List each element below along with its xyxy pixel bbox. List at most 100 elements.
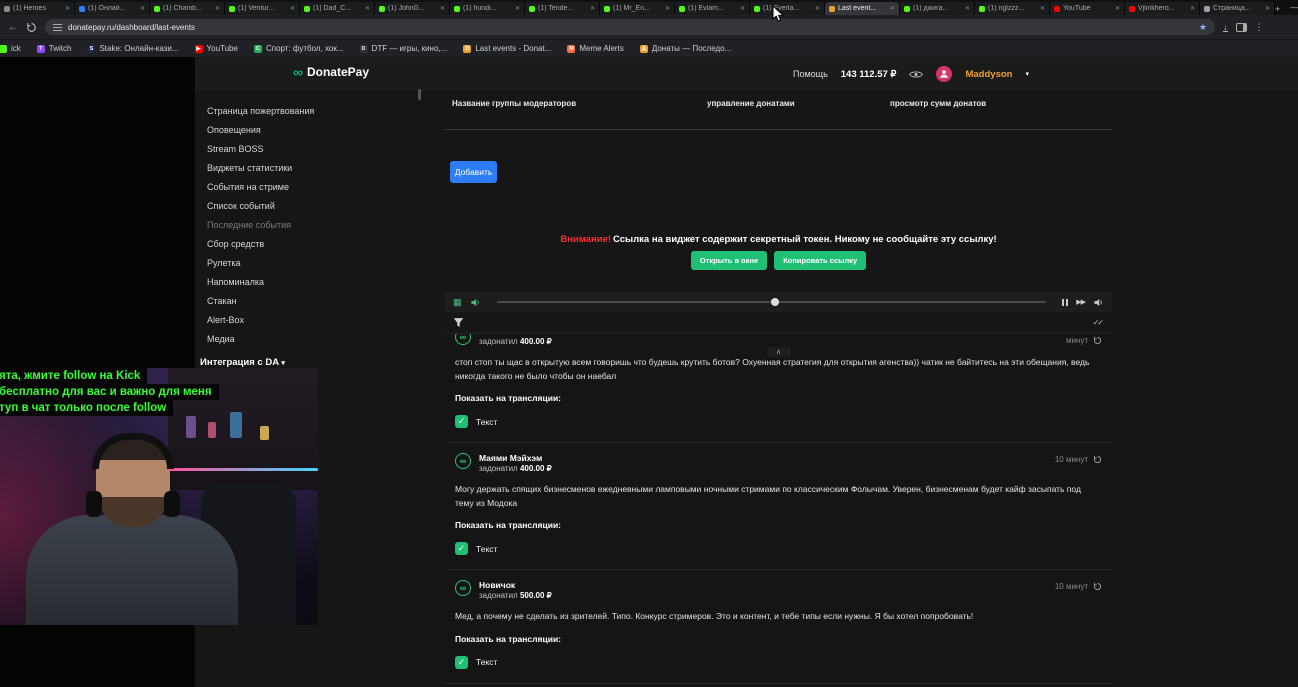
refresh-icon[interactable] [1093, 455, 1102, 464]
bookmark-item[interactable]: T Twitch [36, 44, 71, 53]
tab-close-icon[interactable]: ✕ [440, 5, 445, 12]
bookmark-item[interactable]: D Last events - Donat... [463, 44, 551, 53]
bookmark-favicon [0, 44, 7, 53]
browser-tab[interactable]: (1) джига... ✕ [900, 2, 975, 15]
browser-tab[interactable]: (1) nglzzz... ✕ [975, 2, 1050, 15]
widget-controls-bar: ▦ ▶▶ [445, 292, 1112, 312]
browser-tab[interactable]: Страница... ✕ [1200, 2, 1275, 15]
text-checkbox[interactable]: ✓ [455, 655, 468, 669]
refresh-icon[interactable] [1093, 582, 1102, 591]
reload-icon[interactable] [26, 22, 37, 33]
bookmark-item[interactable]: D DTF — игры, кино,... [359, 44, 447, 53]
bookmark-item[interactable]: S Stake: Онлайн-кази... [87, 44, 179, 53]
sidebar-item-donation-page[interactable]: Страница пожертвования [195, 101, 420, 120]
sidebar-item-notifications[interactable]: Оповещения [195, 120, 420, 139]
mark-all-read-icon[interactable]: ✓✓ [1093, 318, 1104, 327]
browser-tab[interactable]: (1) Dad_C... ✕ [300, 2, 375, 15]
sidebar-item-stakan[interactable]: Стакан [195, 291, 420, 310]
donatepay-logo[interactable]: ∞ DonatePay [293, 65, 369, 79]
tab-close-icon[interactable]: ✕ [215, 5, 220, 12]
checkbox-label: Текст [476, 657, 498, 668]
open-in-window-button[interactable]: Открыть в окне [690, 251, 768, 270]
bookmark-item[interactable]: ick [0, 44, 21, 53]
tab-close-icon[interactable]: ✕ [815, 5, 820, 12]
tab-close-icon[interactable]: ✕ [515, 5, 520, 12]
username-dropdown[interactable]: Maddyson [965, 69, 1012, 80]
back-icon[interactable]: ← [8, 22, 18, 33]
browser-tab[interactable]: (1) Evlam... ✕ [675, 2, 750, 15]
bookmark-item[interactable]: С Спорт: футбол, хок... [253, 44, 344, 53]
tab-close-icon[interactable]: ✕ [1190, 5, 1195, 12]
bookmark-item[interactable]: M Meme Alerts [567, 44, 624, 53]
browser-tab-active[interactable]: Last event... ✕ [825, 2, 900, 15]
sidebar-item-stream-boss[interactable]: Stream BOSS [195, 139, 420, 158]
sidebar-item-events-list[interactable]: Список событий [195, 196, 420, 215]
copy-link-button[interactable]: Копировать ссылку [774, 251, 867, 270]
donation-item: ∧ ∞ задонатил 400.00 ₽ минут стоп стоп т… [445, 334, 1112, 444]
collapse-chevron-icon[interactable]: ∧ [766, 347, 791, 357]
donation-action: задонатил 500.00 ₽ [479, 591, 552, 600]
tab-favicon [679, 5, 685, 12]
tab-close-icon[interactable]: ✕ [740, 5, 745, 12]
eye-icon[interactable] [909, 70, 924, 79]
tab-close-icon[interactable]: ✕ [65, 5, 70, 12]
tab-close-icon[interactable]: ✕ [365, 5, 370, 12]
user-avatar[interactable] [936, 66, 953, 82]
sidebar-item-reminder[interactable]: Напоминалка [195, 272, 420, 291]
sidebar-item-last-events[interactable]: Последние события [195, 215, 420, 234]
speaker-icon[interactable] [470, 297, 481, 308]
volume-slider[interactable] [496, 298, 1047, 306]
browser-tab[interactable]: (1) JohnG... ✕ [375, 2, 450, 15]
add-button[interactable]: Добавить [450, 161, 497, 183]
tab-close-icon[interactable]: ✕ [890, 5, 895, 12]
browser-tab[interactable]: (1) Ventur... ✕ [225, 2, 300, 15]
site-info-icon[interactable] [53, 23, 62, 31]
browser-tab[interactable]: (1) hundi... ✕ [450, 2, 525, 15]
tab-close-icon[interactable]: ✕ [1265, 5, 1270, 12]
browser-menu-icon[interactable]: ⋮ [1255, 22, 1264, 33]
filter-funnel-icon[interactable] [453, 317, 464, 328]
tab-close-icon[interactable]: ✕ [1115, 5, 1120, 12]
sidebar-integration-da[interactable]: Интеграция с DA ▾ [195, 357, 420, 368]
tab-close-icon[interactable]: ✕ [140, 5, 145, 12]
sidebar-item-alert-box[interactable]: Alert-Box [195, 310, 420, 329]
browser-tab[interactable]: (1) Онлай... ✕ [75, 2, 150, 15]
text-checkbox[interactable]: ✓ [455, 542, 468, 556]
address-bar[interactable]: donatepay.ru/dashboard/last-events ★ [45, 19, 1215, 35]
browser-tab[interactable]: YouTube ✕ [1050, 2, 1125, 15]
browser-tab[interactable]: Vjlinkhero... ✕ [1125, 2, 1200, 15]
tab-close-icon[interactable]: ✕ [665, 5, 670, 12]
window-minimize-button[interactable]: — [1280, 3, 1298, 12]
tab-close-icon[interactable]: ✕ [1040, 5, 1045, 12]
tab-close-icon[interactable]: ✕ [590, 5, 595, 12]
sidebar-item-media[interactable]: Медиа [195, 329, 420, 348]
refresh-icon[interactable] [1093, 336, 1102, 345]
slider-thumb[interactable] [771, 298, 780, 306]
browser-tab[interactable]: (1) Everla... ✕ [750, 2, 825, 15]
figurine [208, 422, 216, 438]
sidebar-item-stats-widgets[interactable]: Виджеты статистики [195, 158, 420, 177]
sidebar-scrollbar[interactable] [418, 89, 421, 100]
browser-tab[interactable]: (1) Heroes ✕ [0, 2, 75, 15]
sidebar-item-fundraising[interactable]: Сбор средств [195, 234, 420, 253]
tab-close-icon[interactable]: ✕ [965, 5, 970, 12]
sidebar: Страница пожертвования Оповещения Stream… [195, 101, 420, 369]
sidebar-item-stream-events[interactable]: События на стриме [195, 177, 420, 196]
bookmark-item[interactable]: ▶ YouTube [194, 44, 238, 53]
browser-tab[interactable]: (1) Tende... ✕ [525, 2, 600, 15]
tab-close-icon[interactable]: ✕ [290, 5, 295, 12]
downloads-icon[interactable]: ↓ [1223, 22, 1228, 32]
browser-tab[interactable]: (1) Chamb... ✕ [150, 2, 225, 15]
text-checkbox[interactable]: ✓ [455, 415, 468, 429]
tab-favicon [529, 5, 535, 12]
layout-grid-icon[interactable]: ▦ [453, 297, 462, 308]
pause-icon[interactable] [1062, 298, 1069, 306]
bookmark-star-icon[interactable]: ★ [1199, 22, 1207, 33]
help-link[interactable]: Помощь [793, 69, 828, 79]
fast-forward-icon[interactable]: ▶▶ [1076, 298, 1086, 306]
volume-icon[interactable] [1093, 297, 1104, 308]
sidebar-item-roulette[interactable]: Рулетка [195, 253, 420, 272]
bookmark-item[interactable]: Д Донаты — Последо... [639, 44, 731, 53]
side-panel-icon[interactable] [1235, 22, 1247, 32]
browser-tab[interactable]: (1) Mr_En... ✕ [600, 2, 675, 15]
